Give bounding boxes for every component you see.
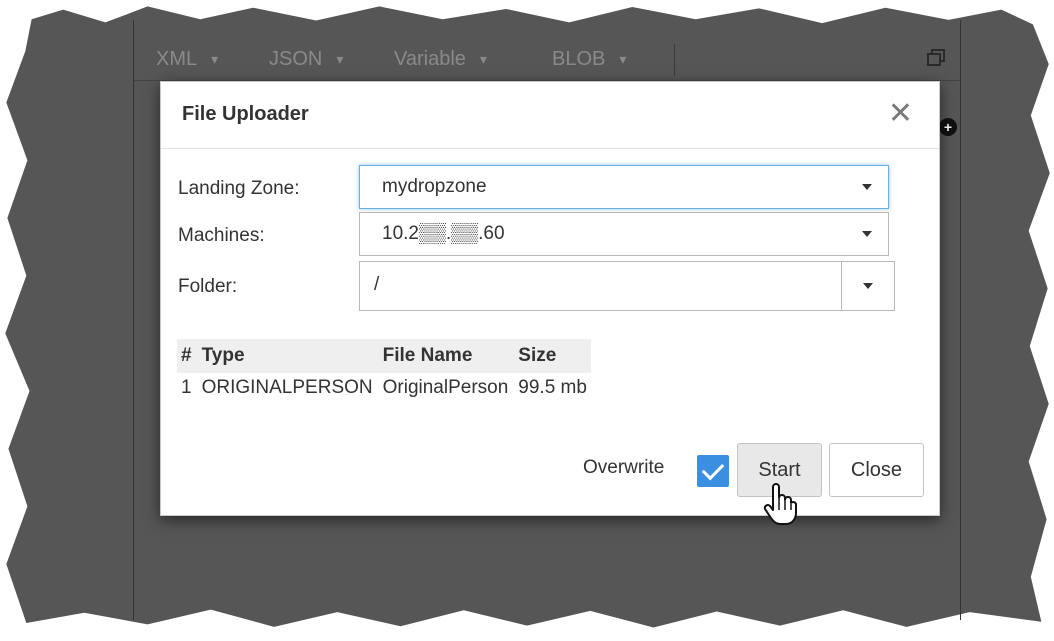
- close-icon[interactable]: ✕: [888, 99, 913, 129]
- folder-label: Folder:: [178, 276, 238, 297]
- landing-zone-label: Landing Zone:: [178, 178, 300, 199]
- dialog-title: File Uploader: [182, 103, 309, 125]
- chevron-down-icon: [862, 184, 872, 190]
- table-header-row: # Type File Name Size: [177, 339, 591, 373]
- overwrite-label: Overwrite: [583, 457, 665, 478]
- chevron-down-icon: ▾: [619, 51, 627, 68]
- toolbar: XML ▾ JSON ▾ Variable ▾ BLOB ▾: [134, 40, 960, 80]
- cell-size: 99.5 mb: [518, 377, 587, 398]
- landing-zone-select[interactable]: mydropzone: [359, 165, 889, 209]
- hand-pointer-icon: [763, 482, 797, 531]
- menu-json[interactable]: JSON ▾: [269, 48, 343, 71]
- column-header-number: #: [177, 339, 196, 373]
- chevron-down-icon: [862, 231, 872, 237]
- machines-label: Machines:: [178, 225, 265, 246]
- column-header-size: Size: [512, 339, 591, 373]
- folder-combo: /: [359, 261, 895, 311]
- file-table: # Type File Name Size 1 ORIGINALPERSON O…: [177, 339, 591, 403]
- table-row: 1 ORIGINALPERSON OriginalPerson 99.5 mb: [177, 373, 591, 403]
- machines-select[interactable]: 10.2▒▒.▒▒.60: [359, 212, 889, 256]
- cell-file-name: OriginalPerson: [382, 377, 509, 398]
- chevron-down-icon: [863, 283, 873, 289]
- landing-zone-value: mydropzone: [382, 176, 487, 197]
- chevron-down-icon: ▾: [211, 51, 219, 68]
- file-uploader-dialog: File Uploader ✕ Landing Zone: mydropzone…: [160, 81, 940, 525]
- cell-number: 1: [181, 377, 192, 398]
- folder-dropdown-button[interactable]: [841, 262, 894, 310]
- cell-type: ORIGINALPERSON: [201, 377, 373, 398]
- column-header-file-name: File Name: [376, 339, 513, 373]
- menu-blob[interactable]: BLOB ▾: [552, 48, 626, 71]
- column-header-type: Type: [195, 339, 377, 373]
- menu-variable[interactable]: Variable ▾: [394, 48, 487, 71]
- add-icon[interactable]: +: [939, 118, 957, 136]
- toolbar-divider: [674, 44, 675, 76]
- chevron-down-icon: ▾: [479, 51, 487, 68]
- folder-input[interactable]: /: [374, 274, 379, 296]
- restore-window-icon[interactable]: [926, 48, 946, 74]
- overwrite-checkbox[interactable]: [697, 455, 729, 487]
- machines-value: 10.2▒▒.▒▒.60: [382, 223, 505, 244]
- checkmark-icon: [701, 457, 725, 481]
- chevron-down-icon: ▾: [336, 51, 344, 68]
- dialog-header: File Uploader ✕: [161, 82, 939, 149]
- close-button[interactable]: Close: [829, 443, 924, 497]
- menu-xml[interactable]: XML ▾: [156, 48, 218, 71]
